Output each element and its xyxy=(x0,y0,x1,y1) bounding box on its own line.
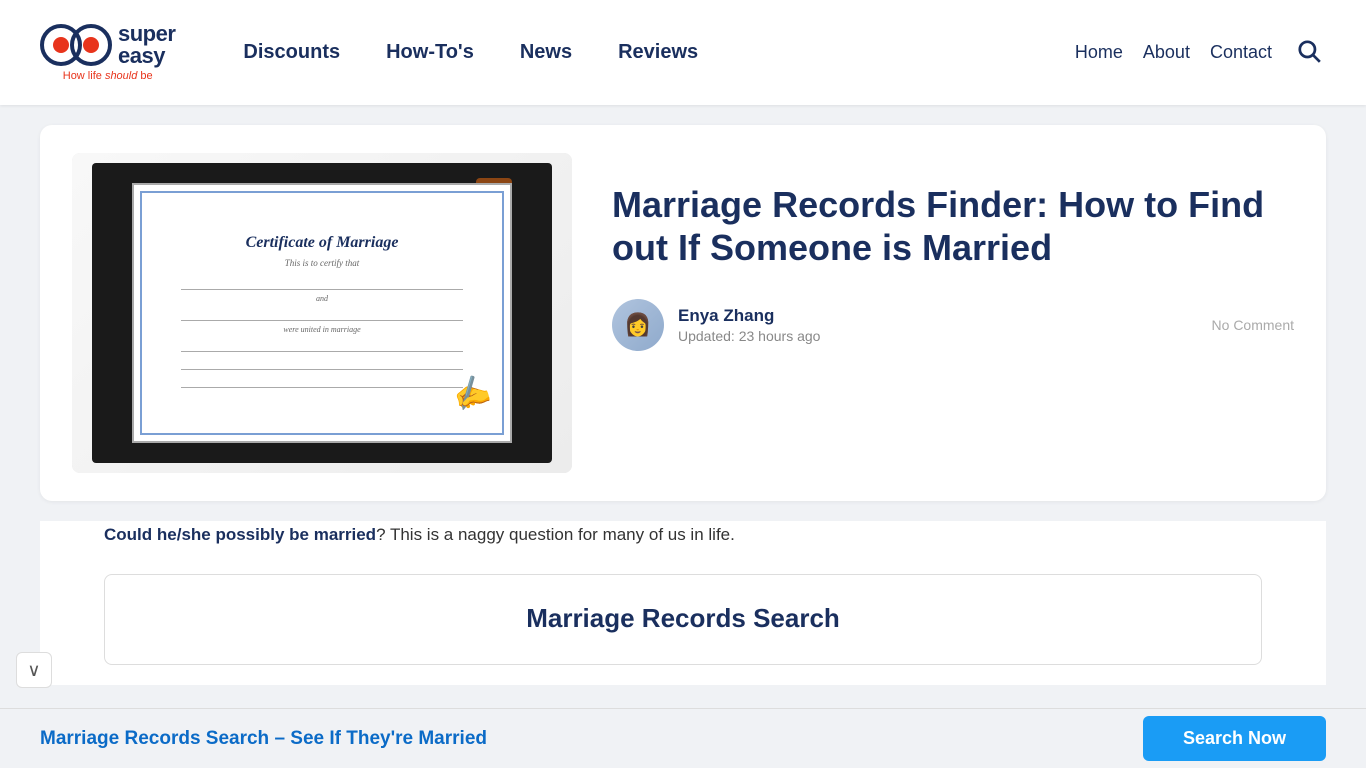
search-icon xyxy=(1296,38,1322,64)
logo-easy: easy xyxy=(118,45,175,67)
article-body: Could he/she possibly be married? This i… xyxy=(40,521,1326,685)
search-button[interactable] xyxy=(1292,34,1326,71)
nav-contact[interactable]: Contact xyxy=(1210,42,1272,63)
banner-text: Marriage Records Search – See If They're… xyxy=(40,728,1143,750)
no-comment-label: No Comment xyxy=(1212,317,1294,333)
bottom-banner: Marriage Records Search – See If They're… xyxy=(0,708,1366,768)
intro-bold: Could he/she possibly be married xyxy=(104,525,376,544)
nav-home[interactable]: Home xyxy=(1075,42,1123,63)
site-logo[interactable]: super easy How life should be xyxy=(40,23,175,82)
cert-and: and xyxy=(181,294,463,303)
author-name: Enya Zhang xyxy=(678,306,1198,326)
logo-super: super xyxy=(118,23,175,45)
right-nav: Home About Contact xyxy=(1075,34,1326,71)
nav-news[interactable]: News xyxy=(502,33,590,72)
scroll-chevron[interactable]: ∨ xyxy=(16,652,52,688)
logo-text: super easy xyxy=(118,23,175,67)
article-image: Certificate of Marriage This is to certi… xyxy=(72,153,572,473)
search-widget: Marriage Records Search xyxy=(104,574,1262,665)
nav-about[interactable]: About xyxy=(1143,42,1190,63)
avatar-placeholder: 👩 xyxy=(612,299,664,351)
logo-dot-left xyxy=(53,37,69,53)
logo-tagline: How life should be xyxy=(63,70,153,82)
article-title: Marriage Records Finder: How to Find out… xyxy=(612,183,1294,269)
article-card: Certificate of Marriage This is to certi… xyxy=(40,125,1326,501)
cert-desc: were united in marriage xyxy=(181,325,463,334)
cert-lines: and were united in marriage xyxy=(181,272,463,392)
main-nav: Discounts How-To's News Reviews xyxy=(225,33,1074,72)
logo-circle-right xyxy=(70,24,112,66)
cert-paper: Certificate of Marriage This is to certi… xyxy=(132,183,512,443)
search-now-button[interactable]: Search Now xyxy=(1143,716,1326,761)
search-widget-title: Marriage Records Search xyxy=(145,603,1221,634)
intro-rest: ? This is a naggy question for many of u… xyxy=(376,525,735,544)
main-content: Certificate of Marriage This is to certi… xyxy=(0,105,1366,705)
author-details: Enya Zhang Updated: 23 hours ago xyxy=(678,306,1198,344)
site-header: super easy How life should be Discounts … xyxy=(0,0,1366,105)
nav-discounts[interactable]: Discounts xyxy=(225,33,358,72)
updated-text: Updated: 23 hours ago xyxy=(678,328,1198,344)
logo-dot-right xyxy=(83,37,99,53)
cert-title: Certificate of Marriage xyxy=(246,234,399,252)
avatar: 👩 xyxy=(612,299,664,351)
article-intro: Could he/she possibly be married? This i… xyxy=(72,521,1294,550)
nav-howtos[interactable]: How-To's xyxy=(368,33,492,72)
cert-image-bg: Certificate of Marriage This is to certi… xyxy=(72,153,572,473)
cert-folder: Certificate of Marriage This is to certi… xyxy=(92,163,552,463)
nav-reviews[interactable]: Reviews xyxy=(600,33,716,72)
article-info: Marriage Records Finder: How to Find out… xyxy=(612,153,1294,351)
author-row: 👩 Enya Zhang Updated: 23 hours ago No Co… xyxy=(612,299,1294,351)
cert-subtitle: This is to certify that xyxy=(285,258,360,268)
